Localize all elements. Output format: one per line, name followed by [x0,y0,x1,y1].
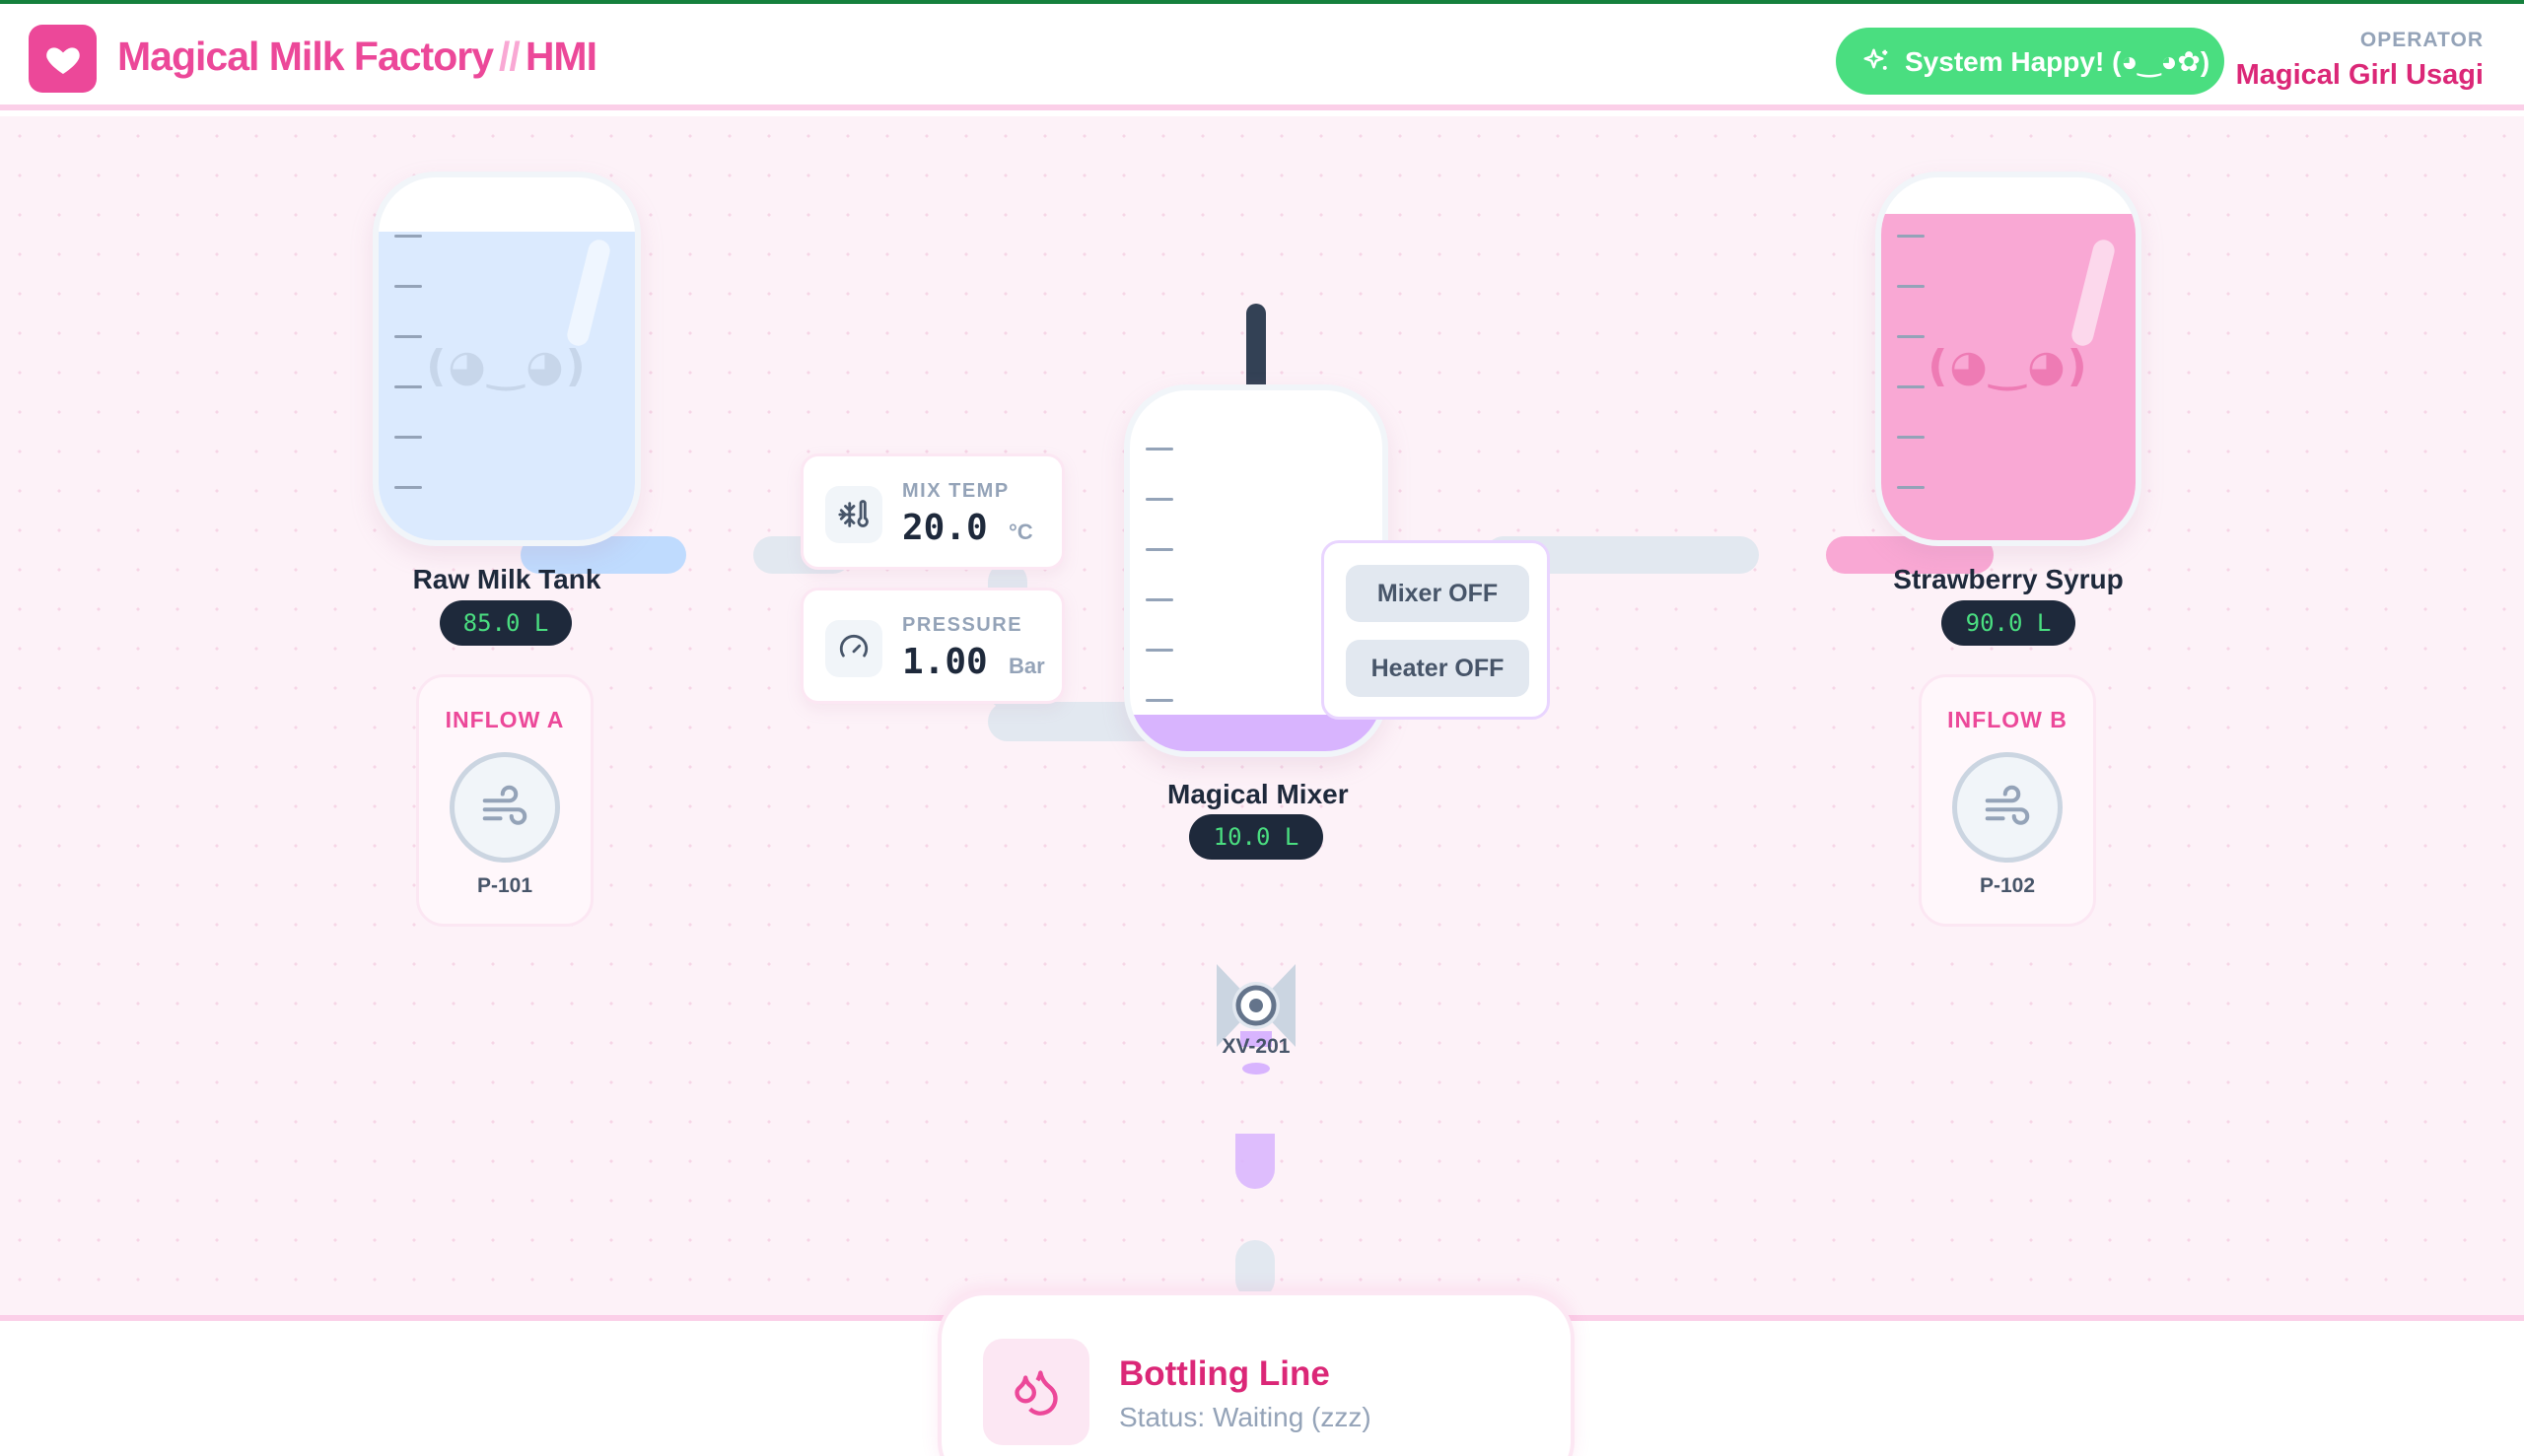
tank-tick [394,285,422,288]
sparkles-icon [1863,48,1888,70]
inflow-b-label: INFLOW B [1947,707,2068,732]
tank-tick [1897,436,1925,439]
mix-temp-value: 20.0 [902,508,988,548]
app-title-main: Magical Milk Factory [117,34,494,79]
pressure-sensor-card[interactable]: PRESSURE 1.00 Bar [801,588,1065,704]
inflow-a-card: INFLOW A P-101 [416,674,594,927]
operator-name: Magical Girl Usagi [2235,59,2484,91]
hmi-app: Magical Milk Factory//HMI System Happy! … [0,0,2524,1456]
magical-mixer-tank-label: Magical Mixer [1167,779,1349,809]
pipe-mixer-outlet [1235,1134,1275,1189]
system-status-badge[interactable]: System Happy! (◕‿◕✿) [1836,28,2224,95]
pressure-value: 1.00 [902,642,988,682]
bottling-line-card[interactable]: Bottling Line Status: Waiting (zzz) [938,1291,1575,1456]
pump-p102-button[interactable] [1952,752,2063,863]
app-title-suffix: HMI [525,34,597,79]
strawberry-syrup-tank-label: Strawberry Syrup [1893,564,2124,594]
app-title: Magical Milk Factory//HMI [117,34,597,85]
magical-mixer-level-readout: 10.0 L [1189,814,1323,860]
system-status-text: System Happy! (◕‿◕✿) [1905,45,2210,77]
raw-milk-level-readout: 85.0 L [440,600,572,646]
tank-tick [1897,235,1925,238]
raw-milk-tank-face: (◕‿◕) [426,341,588,391]
pump-p102-tag: P-102 [1979,874,2036,897]
tank-tick [1146,649,1173,652]
tank-tick [1897,486,1925,489]
tank-tick [394,235,422,238]
tank-tick [394,335,422,338]
operator-label: OPERATOR [2359,29,2484,51]
tank-tick [1897,285,1925,288]
tank-tick [1146,699,1173,702]
bottling-line-status: Status: Waiting (zzz) [1119,1402,1371,1432]
inflow-a-label: INFLOW A [445,707,565,732]
mix-temp-unit: °C [1009,520,1033,544]
wind-icon [1985,785,2030,825]
top-bar: Magical Milk Factory//HMI System Happy! … [0,0,2524,110]
tank-tick [394,486,422,489]
thermometer-snowflake-icon [825,486,882,543]
tank-tick [1146,448,1173,451]
raw-milk-tank-label: Raw Milk Tank [412,564,601,594]
heater-toggle-button[interactable]: Heater OFF [1346,640,1529,697]
tank-tick [1146,498,1173,501]
gauge-icon [825,620,882,677]
pump-p101-button[interactable] [450,752,560,863]
pressure-unit: Bar [1009,654,1045,678]
droplets-icon [983,1339,1089,1445]
wind-icon [482,785,527,825]
tank-tick [1897,335,1925,338]
mix-temp-label: MIX TEMP [902,480,1010,502]
app-title-separator: // [499,34,521,79]
valve-xv201-tag: XV-201 [1222,1035,1291,1058]
mix-temp-sensor-card[interactable]: MIX TEMP 20.0 °C [801,453,1065,570]
strawberry-syrup-level-readout: 90.0 L [1941,600,2075,646]
magical-mixer-tank-fill [1130,715,1382,751]
strawberry-syrup-tank[interactable]: (◕‿◕) [1875,172,2141,546]
inflow-b-card: INFLOW B P-102 [1919,674,2096,927]
tank-tick [1146,598,1173,601]
raw-milk-tank[interactable]: (◕‿◕) [373,172,641,546]
pipe-valve-to-bottling [1235,1240,1275,1299]
bottling-line-title: Bottling Line [1119,1354,1330,1393]
tank-tick [394,436,422,439]
tank-tick [1146,548,1173,551]
valve-xv201[interactable] [1207,946,1305,1084]
heart-icon [29,25,97,93]
pump-p101-tag: P-101 [476,874,533,897]
valve-icon [1217,964,1296,1075]
mixer-control-panel: Mixer OFF Heater OFF [1321,540,1550,720]
strawberry-syrup-tank-face: (◕‿◕) [1928,341,2089,391]
mixer-toggle-button[interactable]: Mixer OFF [1346,565,1529,622]
pressure-label: PRESSURE [902,614,1023,636]
